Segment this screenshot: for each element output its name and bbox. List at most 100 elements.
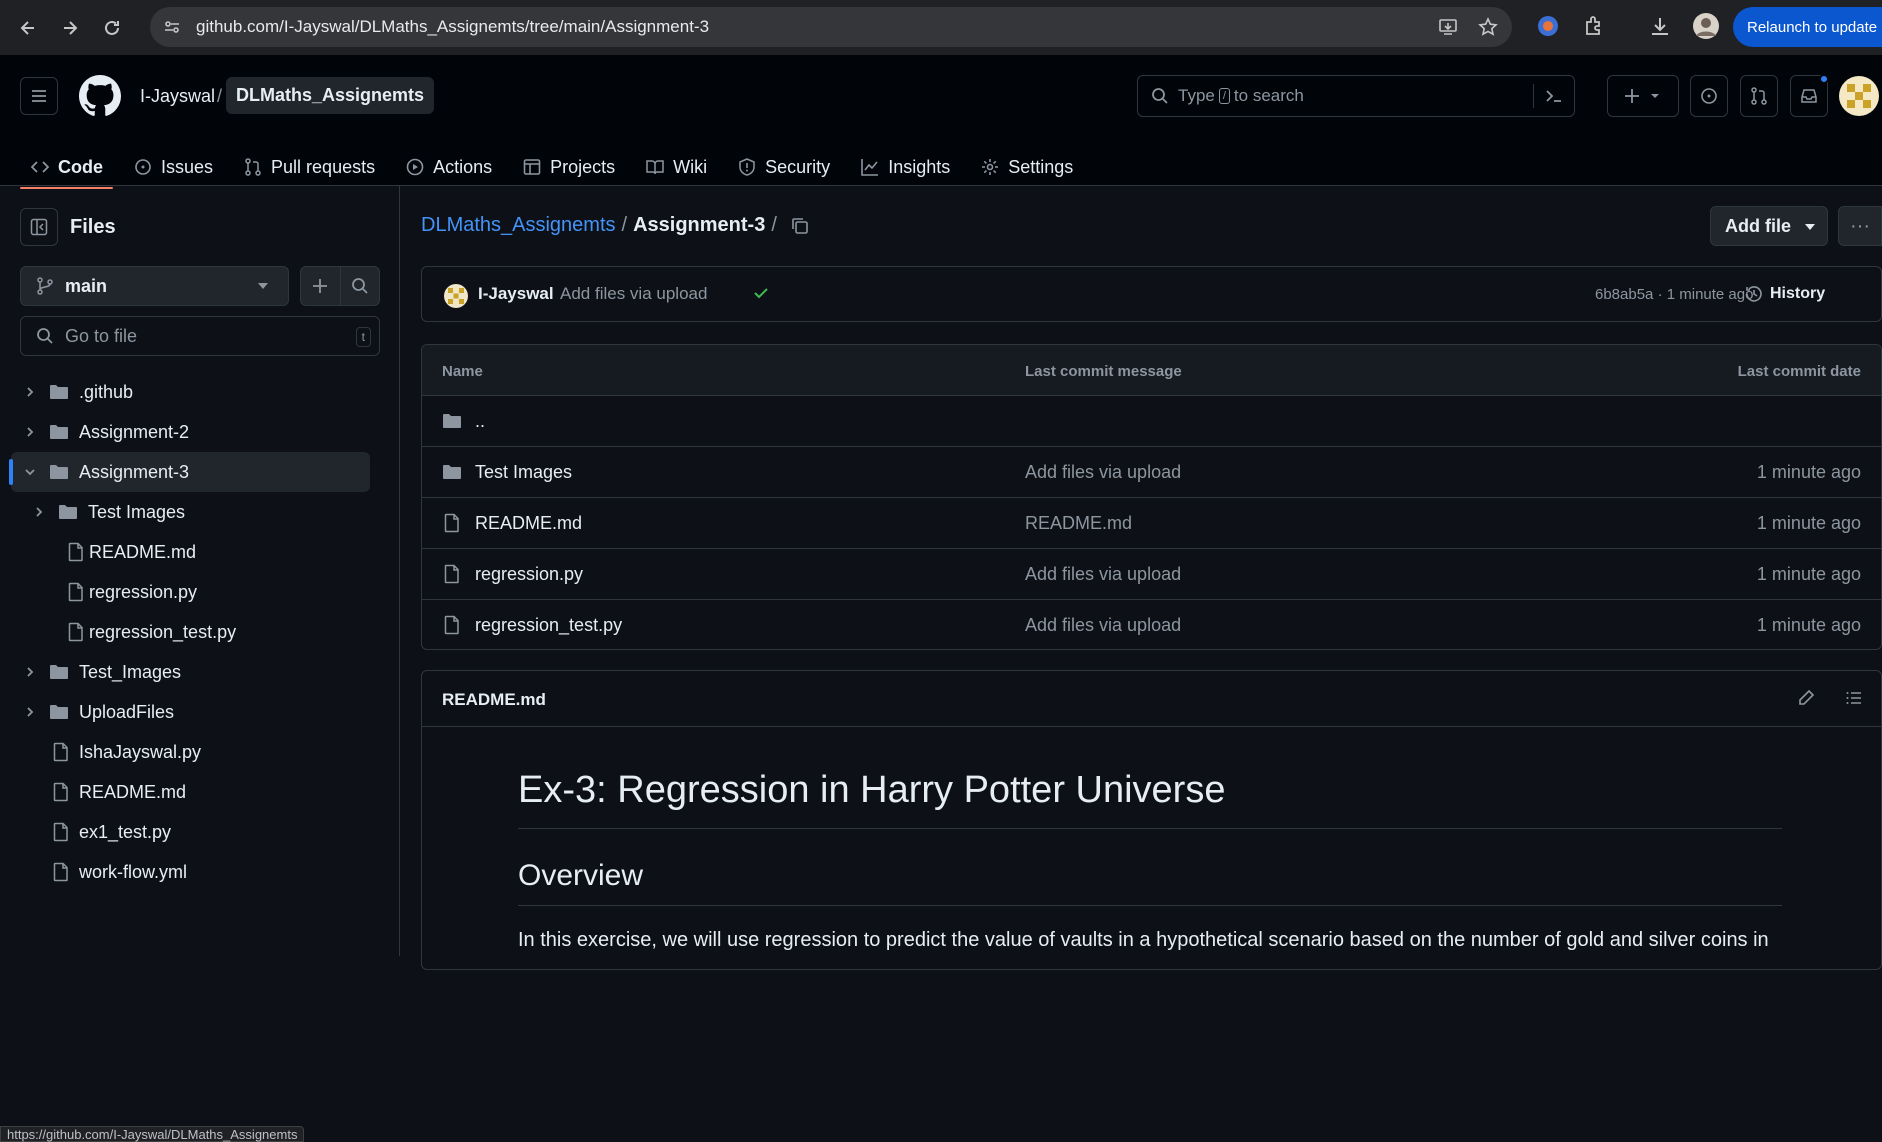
row-commit-message[interactable]: README.md — [1025, 513, 1132, 534]
chevron-right-icon[interactable] — [23, 705, 37, 719]
row-name[interactable]: regression_test.py — [475, 615, 622, 636]
file-icon — [66, 542, 86, 562]
play-icon — [405, 157, 425, 177]
row-name[interactable]: Test Images — [475, 462, 572, 483]
tab-code[interactable]: Code — [20, 147, 113, 189]
add-file-icon[interactable] — [301, 267, 341, 305]
tree-file[interactable]: IshaJayswal.py — [0, 732, 400, 772]
tree-folder[interactable]: .github — [0, 372, 400, 412]
tab-wiki[interactable]: Wiki — [635, 147, 717, 187]
tab-actions[interactable]: Actions — [395, 147, 502, 187]
breadcrumb-owner[interactable]: I-Jayswal — [140, 86, 215, 107]
readme-filename[interactable]: README.md — [442, 690, 546, 710]
collapse-sidebar-button[interactable] — [20, 208, 58, 246]
author-avatar[interactable] — [444, 284, 468, 308]
chevron-right-icon[interactable] — [23, 425, 37, 439]
tree-folder[interactable]: UploadFiles — [0, 692, 400, 732]
branch-selector[interactable]: main — [20, 266, 289, 306]
reload-button[interactable] — [94, 10, 130, 46]
row-commit-message[interactable]: Add files via upload — [1025, 564, 1181, 585]
chevron-right-icon[interactable] — [23, 665, 37, 679]
browser-toolbar: github.com/I-Jayswal/DLMaths_Assignemts/… — [0, 0, 1882, 55]
hamburger-menu-button[interactable] — [20, 77, 58, 115]
file-icon — [442, 615, 462, 635]
table-row[interactable]: Test Images Add files via upload 1 minute … — [422, 447, 1881, 498]
tree-folder[interactable]: Test Images — [0, 492, 400, 532]
command-palette-icon[interactable] — [1544, 86, 1564, 106]
pencil-icon[interactable] — [1797, 689, 1815, 707]
chevron-right-icon[interactable] — [23, 385, 37, 399]
tree-file[interactable]: regression.py — [0, 572, 400, 612]
commit-message[interactable]: Add files via upload — [560, 284, 707, 304]
commit-author[interactable]: I-Jayswal — [478, 284, 554, 304]
tree-file[interactable]: README.md — [0, 532, 400, 572]
table-row[interactable]: regression_test.py Add files via upload 1 … — [422, 600, 1881, 649]
table-row[interactable]: regression.py Add files via upload 1 minut… — [422, 549, 1881, 600]
row-name[interactable]: regression.py — [475, 564, 583, 585]
relaunch-button[interactable]: Relaunch to update — [1733, 7, 1882, 47]
tab-pull-requests[interactable]: Pull requests — [233, 147, 385, 187]
tree-file[interactable]: work-flow.yml — [0, 852, 400, 892]
user-avatar[interactable] — [1839, 76, 1879, 116]
add-file-button[interactable]: Add file — [1710, 206, 1828, 246]
create-new-button[interactable] — [1607, 75, 1679, 117]
search-input[interactable]: Type / to search — [1137, 75, 1575, 117]
chevron-right-icon[interactable] — [32, 505, 46, 519]
tab-security[interactable]: Security — [727, 147, 840, 187]
tab-insights[interactable]: Insights — [850, 147, 960, 187]
extension-icon[interactable] — [1536, 14, 1560, 38]
github-logo-icon[interactable] — [79, 75, 121, 117]
search-shortcut: / — [1218, 88, 1230, 104]
row-name[interactable]: README.md — [475, 513, 582, 534]
folder-icon — [49, 662, 69, 682]
row-commit-message[interactable]: Add files via upload — [1025, 615, 1181, 636]
table-row[interactable]: .. — [422, 396, 1881, 447]
copy-icon[interactable] — [790, 216, 810, 236]
search-prefix: Type — [1178, 86, 1215, 105]
chevron-down-icon — [1805, 224, 1815, 230]
tree-item-label: UploadFiles — [79, 702, 175, 722]
history-button[interactable]: History — [1744, 284, 1825, 304]
breadcrumb-repo[interactable]: DLMaths_Assignemts — [226, 77, 435, 114]
table-row[interactable]: README.md README.md 1 minute ago — [422, 498, 1881, 549]
back-button[interactable] — [10, 10, 46, 46]
latest-commit-bar: I-Jayswal Add files via upload 6b8ab5a ·… — [421, 266, 1882, 322]
check-icon[interactable] — [752, 284, 770, 302]
main-content: DLMaths_Assignemts / Assignment-3 / Add … — [400, 186, 1882, 970]
address-bar[interactable]: github.com/I-Jayswal/DLMaths_Assignemts/… — [150, 7, 1512, 47]
tab-security-label: Security — [765, 156, 831, 177]
go-to-file-input[interactable]: Go to file t — [20, 316, 380, 356]
row-commit-message[interactable]: Add files via upload — [1025, 462, 1181, 483]
tree-file[interactable]: regression_test.py — [0, 612, 400, 652]
bookmark-star-icon[interactable] — [1478, 17, 1498, 37]
tree-folder[interactable]: Assignment-2 — [0, 412, 400, 452]
tree-file[interactable]: README.md — [0, 772, 400, 812]
readme-paragraph: In this exercise, we will use regression… — [518, 929, 1769, 951]
more-options-button[interactable]: ··· — [1838, 206, 1882, 246]
tree-item-label: Test_Images — [79, 662, 182, 682]
list-icon[interactable] — [1845, 689, 1863, 707]
tab-issues[interactable]: Issues — [123, 147, 223, 187]
tab-settings[interactable]: Settings — [970, 147, 1083, 187]
download-icon[interactable] — [1648, 14, 1672, 38]
tab-projects[interactable]: Projects — [512, 147, 625, 187]
tree-folder[interactable]: Assignment-3 — [9, 452, 370, 492]
profile-avatar[interactable] — [1692, 12, 1720, 40]
install-app-icon[interactable] — [1438, 17, 1458, 37]
tab-insights-label: Insights — [888, 156, 951, 177]
issues-icon[interactable] — [1690, 75, 1728, 117]
site-info-icon[interactable] — [162, 17, 182, 37]
chevron-down-icon[interactable] — [23, 465, 37, 479]
forward-button[interactable] — [52, 10, 88, 46]
pull-requests-icon[interactable] — [1740, 75, 1778, 117]
tree-folder[interactable]: Test_Images — [0, 652, 400, 692]
tree-file[interactable]: ex1_test.py — [0, 812, 400, 852]
row-name[interactable]: .. — [475, 411, 485, 432]
commit-sha-time[interactable]: 6b8ab5a · 1 minute ago — [1595, 286, 1753, 303]
breadcrumb-repo-link[interactable]: DLMaths_Assignemts — [421, 214, 616, 237]
header-name: Name — [442, 363, 483, 380]
inbox-icon[interactable] — [1790, 74, 1829, 117]
puzzle-icon[interactable] — [1582, 14, 1606, 38]
folder-icon — [49, 382, 69, 402]
search-icon[interactable] — [341, 267, 380, 305]
